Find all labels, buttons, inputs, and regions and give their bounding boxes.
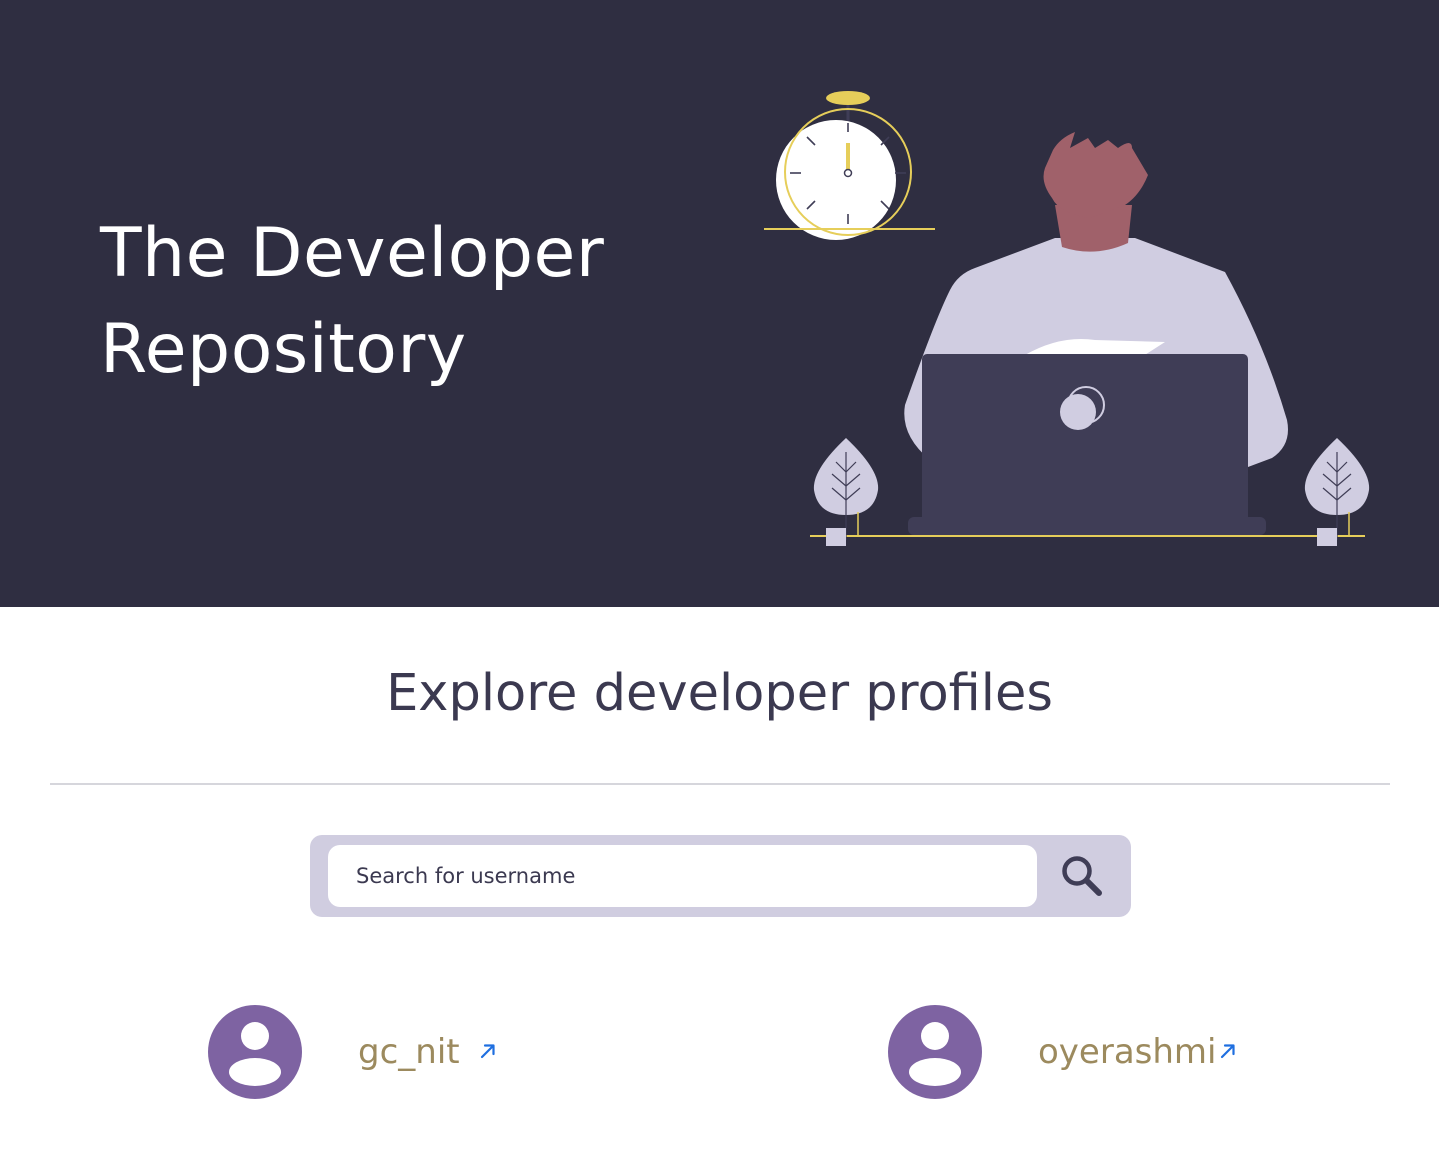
external-link-icon[interactable] (478, 1041, 498, 1061)
divider (50, 783, 1390, 785)
plant-left-icon (813, 438, 879, 546)
developer-illustration (764, 91, 1370, 546)
search-input[interactable] (328, 845, 1037, 907)
hero-banner: The Developer Repository (0, 0, 1439, 607)
avatar-icon (888, 1005, 982, 1099)
search-bar (310, 835, 1131, 917)
avatar-icon (208, 1005, 302, 1099)
clock-icon (764, 91, 935, 240)
section-heading: Explore developer profiles (386, 664, 1053, 723)
plant-right-icon (1304, 438, 1370, 546)
external-link-icon[interactable] (1218, 1041, 1238, 1061)
search-icon (1062, 856, 1102, 896)
search-button[interactable] (1047, 845, 1117, 907)
site-title: The Developer Repository (100, 206, 604, 398)
profile-card: oyerashmi (888, 1005, 1268, 1099)
site-title-line-2: Repository (100, 310, 467, 389)
profile-username-link[interactable]: oyerashmi (1038, 1029, 1216, 1075)
profile-card: gc_nit (208, 1005, 528, 1099)
profile-username-link[interactable]: gc_nit (358, 1029, 460, 1075)
site-title-line-1: The Developer (100, 214, 605, 293)
